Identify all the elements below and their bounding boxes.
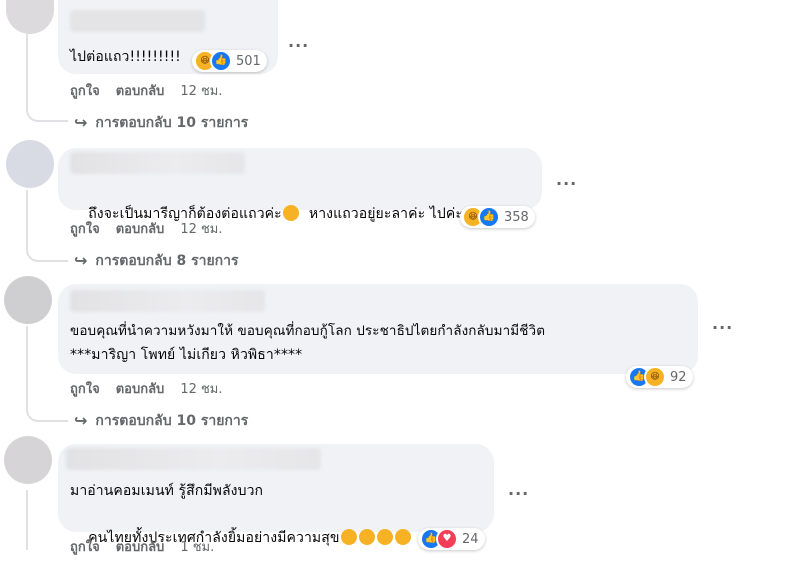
comment-text: ไปต่อแถว!!!!!!!!! bbox=[70, 49, 181, 65]
replies-label: การตอบกลับ 10 รายการ bbox=[95, 413, 249, 429]
reply-arrow-icon: ↪ bbox=[74, 411, 88, 430]
timestamp[interactable]: 12 ชม. bbox=[180, 84, 222, 100]
more-options-button[interactable]: ··· bbox=[508, 486, 529, 502]
reaction-summary[interactable]: 👍 😆 92 bbox=[626, 366, 693, 388]
comment-text: คนไทยทั้งประเทศกำลังยิ้มอย่างมีความสุข bbox=[70, 504, 412, 573]
timestamp[interactable]: 12 ชม. bbox=[180, 382, 222, 398]
comment-actions: ถูกใจ ตอบกลับ 12 ชม. bbox=[70, 222, 223, 238]
comment-text: ***มาริญา โพทย์ ไม่เกียว หิวพิธา**** bbox=[70, 347, 303, 363]
replies-label: การตอบกลับ 8 รายการ bbox=[95, 253, 239, 269]
love-icon: ♥ bbox=[436, 528, 458, 550]
avatar[interactable] bbox=[6, 0, 54, 34]
thread-connector bbox=[26, 108, 68, 122]
like-button[interactable]: ถูกใจ bbox=[70, 382, 100, 398]
timestamp[interactable]: 1 ชม. bbox=[180, 540, 214, 556]
thread-line bbox=[26, 326, 28, 408]
reply-button[interactable]: ตอบกลับ bbox=[116, 382, 165, 398]
emoji-icon bbox=[394, 529, 411, 545]
author-name[interactable] bbox=[66, 448, 321, 470]
reply-button[interactable]: ตอบกลับ bbox=[116, 222, 165, 238]
thread-line bbox=[26, 190, 28, 248]
comment-text: มาอ่านคอมเมนท์ รู้สึกมีพลังบวก bbox=[70, 483, 264, 499]
reaction-count: 24 bbox=[462, 531, 479, 547]
reply-arrow-icon: ↪ bbox=[74, 251, 88, 270]
replies-label: การตอบกลับ 10 รายการ bbox=[95, 115, 249, 131]
comment-text: ถึงจะเป็นมารีญาก็ต้องต่อแถวค่ะ หางแถวอยู… bbox=[70, 180, 463, 249]
more-options-button[interactable]: ··· bbox=[556, 176, 577, 192]
comment-text: ขอบคุณที่นำความหวังมาให้ ขอบคุณที่กอบกู้… bbox=[70, 323, 546, 339]
comment-text-part: หางแถวอยู่ยะลาค่ะ ไปค่ะ bbox=[308, 206, 463, 222]
emoji-icon bbox=[340, 529, 357, 545]
thread-connector bbox=[26, 408, 68, 422]
like-button[interactable]: ถูกใจ bbox=[70, 222, 100, 238]
haha-icon: 😆 bbox=[644, 366, 666, 388]
view-replies-link[interactable]: ↪ การตอบกลับ 8 รายการ bbox=[74, 252, 239, 270]
avatar[interactable] bbox=[4, 276, 52, 324]
comment-actions: ถูกใจ ตอบกลับ 12 ชม. bbox=[70, 382, 223, 398]
timestamp[interactable]: 12 ชม. bbox=[180, 222, 222, 238]
reply-arrow-icon: ↪ bbox=[74, 113, 88, 132]
reply-button[interactable]: ตอบกลับ bbox=[116, 84, 165, 100]
comment-actions: ถูกใจ ตอบกลับ 12 ชม. bbox=[70, 84, 223, 100]
thread-connector bbox=[26, 248, 68, 262]
like-icon: 👍 bbox=[478, 206, 500, 228]
reaction-summary[interactable]: 👍 ♥ 24 bbox=[418, 528, 485, 550]
emoji-icon bbox=[358, 529, 375, 545]
view-replies-link[interactable]: ↪ การตอบกลับ 10 รายการ bbox=[74, 412, 248, 430]
reaction-count: 358 bbox=[504, 209, 529, 225]
comment-actions: ถูกใจ ตอบกลับ 1 ชม. bbox=[70, 540, 214, 556]
like-button[interactable]: ถูกใจ bbox=[70, 540, 100, 556]
more-options-button[interactable]: ··· bbox=[712, 320, 733, 336]
author-name[interactable] bbox=[70, 10, 205, 32]
author-name[interactable] bbox=[70, 152, 245, 174]
reaction-summary[interactable]: 😆 👍 358 bbox=[460, 206, 535, 228]
reply-button[interactable]: ตอบกลับ bbox=[116, 540, 165, 556]
emoji-icon bbox=[376, 529, 393, 545]
emoji-icon bbox=[282, 205, 299, 221]
avatar[interactable] bbox=[6, 140, 54, 188]
thread-line bbox=[26, 490, 28, 550]
reaction-summary[interactable]: 😆 👍 501 bbox=[192, 50, 267, 72]
comment-text-part: ถึงจะเป็นมารีญาก็ต้องต่อแถวค่ะ bbox=[88, 206, 282, 222]
more-options-button[interactable]: ··· bbox=[288, 38, 309, 54]
reaction-count: 92 bbox=[670, 369, 687, 385]
reaction-count: 501 bbox=[236, 53, 261, 69]
like-button[interactable]: ถูกใจ bbox=[70, 84, 100, 100]
view-replies-link[interactable]: ↪ การตอบกลับ 10 รายการ bbox=[74, 114, 248, 132]
like-icon: 👍 bbox=[210, 50, 232, 72]
avatar[interactable] bbox=[4, 436, 52, 484]
author-name[interactable] bbox=[70, 290, 265, 312]
